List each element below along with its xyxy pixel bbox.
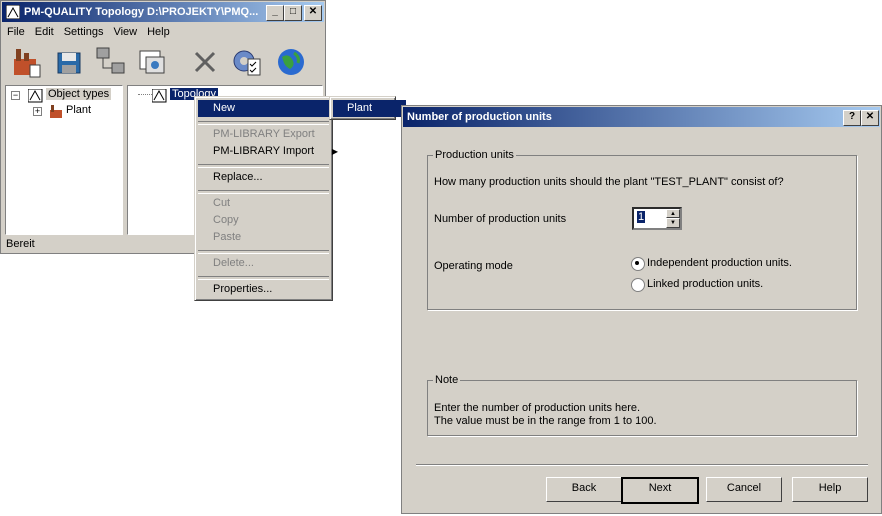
object-types-tree[interactable]: − Object types + Plant xyxy=(5,85,123,235)
factory-icon[interactable] xyxy=(10,45,44,79)
next-button[interactable]: Next xyxy=(621,477,699,504)
menu-separator xyxy=(198,276,329,280)
plant-icon xyxy=(48,104,64,121)
help-button[interactable]: Help xyxy=(792,477,868,502)
help-title-button[interactable]: ? xyxy=(843,110,861,126)
main-title-bar[interactable]: PM-QUALITY Topology D:\PROJEKTY\PMQ... _… xyxy=(2,2,324,22)
menu-separator xyxy=(198,250,329,254)
mode-label: Operating mode xyxy=(434,260,513,272)
tree-item-plant[interactable]: Plant xyxy=(66,104,91,116)
close-button[interactable]: ✕ xyxy=(304,5,322,21)
note-group-title: Note xyxy=(433,374,461,386)
submenu-arrow-icon: ▶ xyxy=(331,147,338,156)
menu-bar: File Edit Settings View Help xyxy=(2,23,324,41)
menu-item-library-export[interactable]: PM-LIBRARY Export xyxy=(198,126,344,143)
app-icon xyxy=(5,4,21,20)
main-title-text: PM-QUALITY Topology D:\PROJEKTY\PMQ... xyxy=(24,6,259,18)
cancel-button[interactable]: Cancel xyxy=(706,477,782,502)
units-value[interactable]: 1 xyxy=(637,211,646,223)
context-menu: New▶ PM-LIBRARY Export PM-LIBRARY Import… xyxy=(194,96,344,301)
back-button[interactable]: Back xyxy=(546,477,622,502)
menu-item-properties[interactable]: Properties... xyxy=(198,281,344,298)
menu-item-cut[interactable]: Cut xyxy=(198,195,344,212)
gear-checklist-icon[interactable] xyxy=(230,45,264,79)
production-units-group-title: Production units xyxy=(433,149,516,161)
topology-icon xyxy=(151,88,168,106)
menu-item-new[interactable]: New▶ xyxy=(198,100,344,117)
maximize-button[interactable]: □ xyxy=(284,5,302,21)
radio-independent-label[interactable]: Independent production units. xyxy=(647,257,792,269)
menu-edit[interactable]: Edit xyxy=(30,23,59,41)
production-units-dialog: Number of production units ? ✕ Productio… xyxy=(401,105,882,514)
dialog-title-text: Number of production units xyxy=(407,111,552,123)
note-group: Note Enter the number of production unit… xyxy=(427,374,857,436)
tree-expander-root[interactable]: − xyxy=(11,91,20,100)
object-types-icon xyxy=(27,88,44,106)
note-line-2: The value must be in the range from 1 to… xyxy=(434,415,657,427)
menu-settings[interactable]: Settings xyxy=(59,23,109,41)
delete-icon[interactable] xyxy=(188,45,222,79)
minimize-button[interactable]: _ xyxy=(266,5,284,21)
save-icon[interactable] xyxy=(52,45,86,79)
question-text: How many production units should the pla… xyxy=(434,176,784,188)
menu-item-paste[interactable]: Paste xyxy=(198,229,344,246)
new-submenu: Plant xyxy=(329,96,406,120)
units-spinbox[interactable]: 1 ▲ ▼ xyxy=(632,207,682,230)
globe-icon[interactable] xyxy=(274,45,308,79)
dialog-title-bar[interactable]: Number of production units ? ✕ xyxy=(403,107,880,127)
menu-item-delete[interactable]: Delete... xyxy=(198,255,344,272)
tree-connector xyxy=(138,94,152,95)
print-preview-icon[interactable] xyxy=(136,45,170,79)
dialog-separator xyxy=(416,464,868,466)
menu-file[interactable]: File xyxy=(2,23,30,41)
spin-up-icon[interactable]: ▲ xyxy=(666,209,680,218)
production-units-group: Production units How many production uni… xyxy=(427,149,857,310)
network-icon[interactable] xyxy=(94,45,128,79)
radio-linked[interactable] xyxy=(631,278,645,292)
radio-independent[interactable] xyxy=(631,257,645,271)
note-line-1: Enter the number of production units her… xyxy=(434,402,641,414)
menu-item-copy[interactable]: Copy xyxy=(198,212,344,229)
menu-help[interactable]: Help xyxy=(142,23,175,41)
menu-separator xyxy=(198,121,329,125)
submenu-item-plant[interactable]: Plant xyxy=(333,100,406,117)
dialog-close-button[interactable]: ✕ xyxy=(861,110,879,126)
menu-view[interactable]: View xyxy=(108,23,142,41)
menu-separator xyxy=(198,164,329,168)
tree-item-object-types[interactable]: Object types xyxy=(46,88,112,100)
spin-down-icon[interactable]: ▼ xyxy=(666,218,680,228)
menu-item-library-import[interactable]: PM-LIBRARY Import ▶ xyxy=(198,143,344,160)
menu-separator xyxy=(198,190,329,194)
menu-item-replace[interactable]: Replace... xyxy=(198,169,344,186)
units-label: Number of production units xyxy=(434,213,567,225)
toolbar xyxy=(2,43,324,83)
tree-expander-plant[interactable]: + xyxy=(33,107,42,116)
radio-linked-label[interactable]: Linked production units. xyxy=(647,278,763,290)
